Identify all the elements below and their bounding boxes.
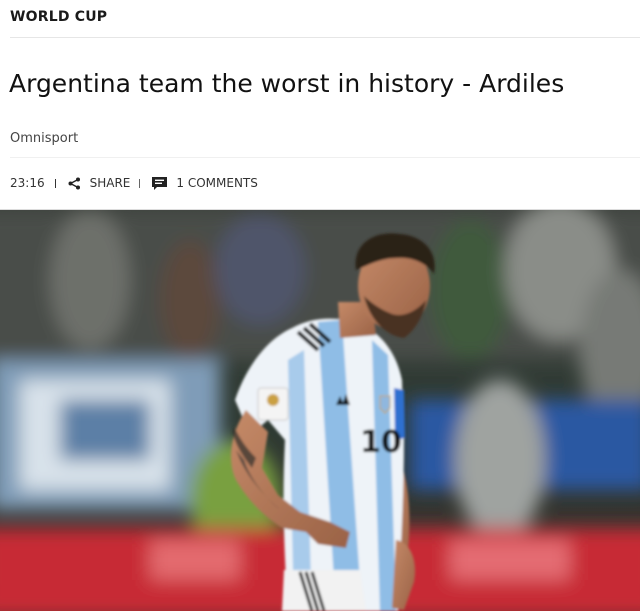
meta-separator (139, 178, 141, 188)
divider (10, 157, 640, 158)
comments-label: 1 COMMENTS (176, 176, 258, 190)
article-author[interactable]: Omnisport (10, 131, 78, 146)
comments-button[interactable]: 1 COMMENTS (151, 176, 258, 191)
publish-time: 23:16 (10, 176, 45, 190)
article-meta-bar: 23:16 SHARE 1 COMMENTS (10, 174, 258, 192)
hero-photo: 10 (0, 210, 640, 611)
jersey-number: 10 (360, 425, 402, 460)
share-icon (68, 177, 80, 189)
meta-separator (54, 178, 56, 188)
section-label[interactable]: WORLD CUP (10, 9, 107, 25)
article-hero-image: 10 (0, 210, 640, 611)
divider (10, 37, 640, 38)
article-headline: Argentina team the worst in history - Ar… (9, 69, 565, 98)
share-label: SHARE (89, 176, 131, 190)
share-button[interactable]: SHARE (68, 176, 131, 190)
comment-icon (152, 176, 168, 190)
